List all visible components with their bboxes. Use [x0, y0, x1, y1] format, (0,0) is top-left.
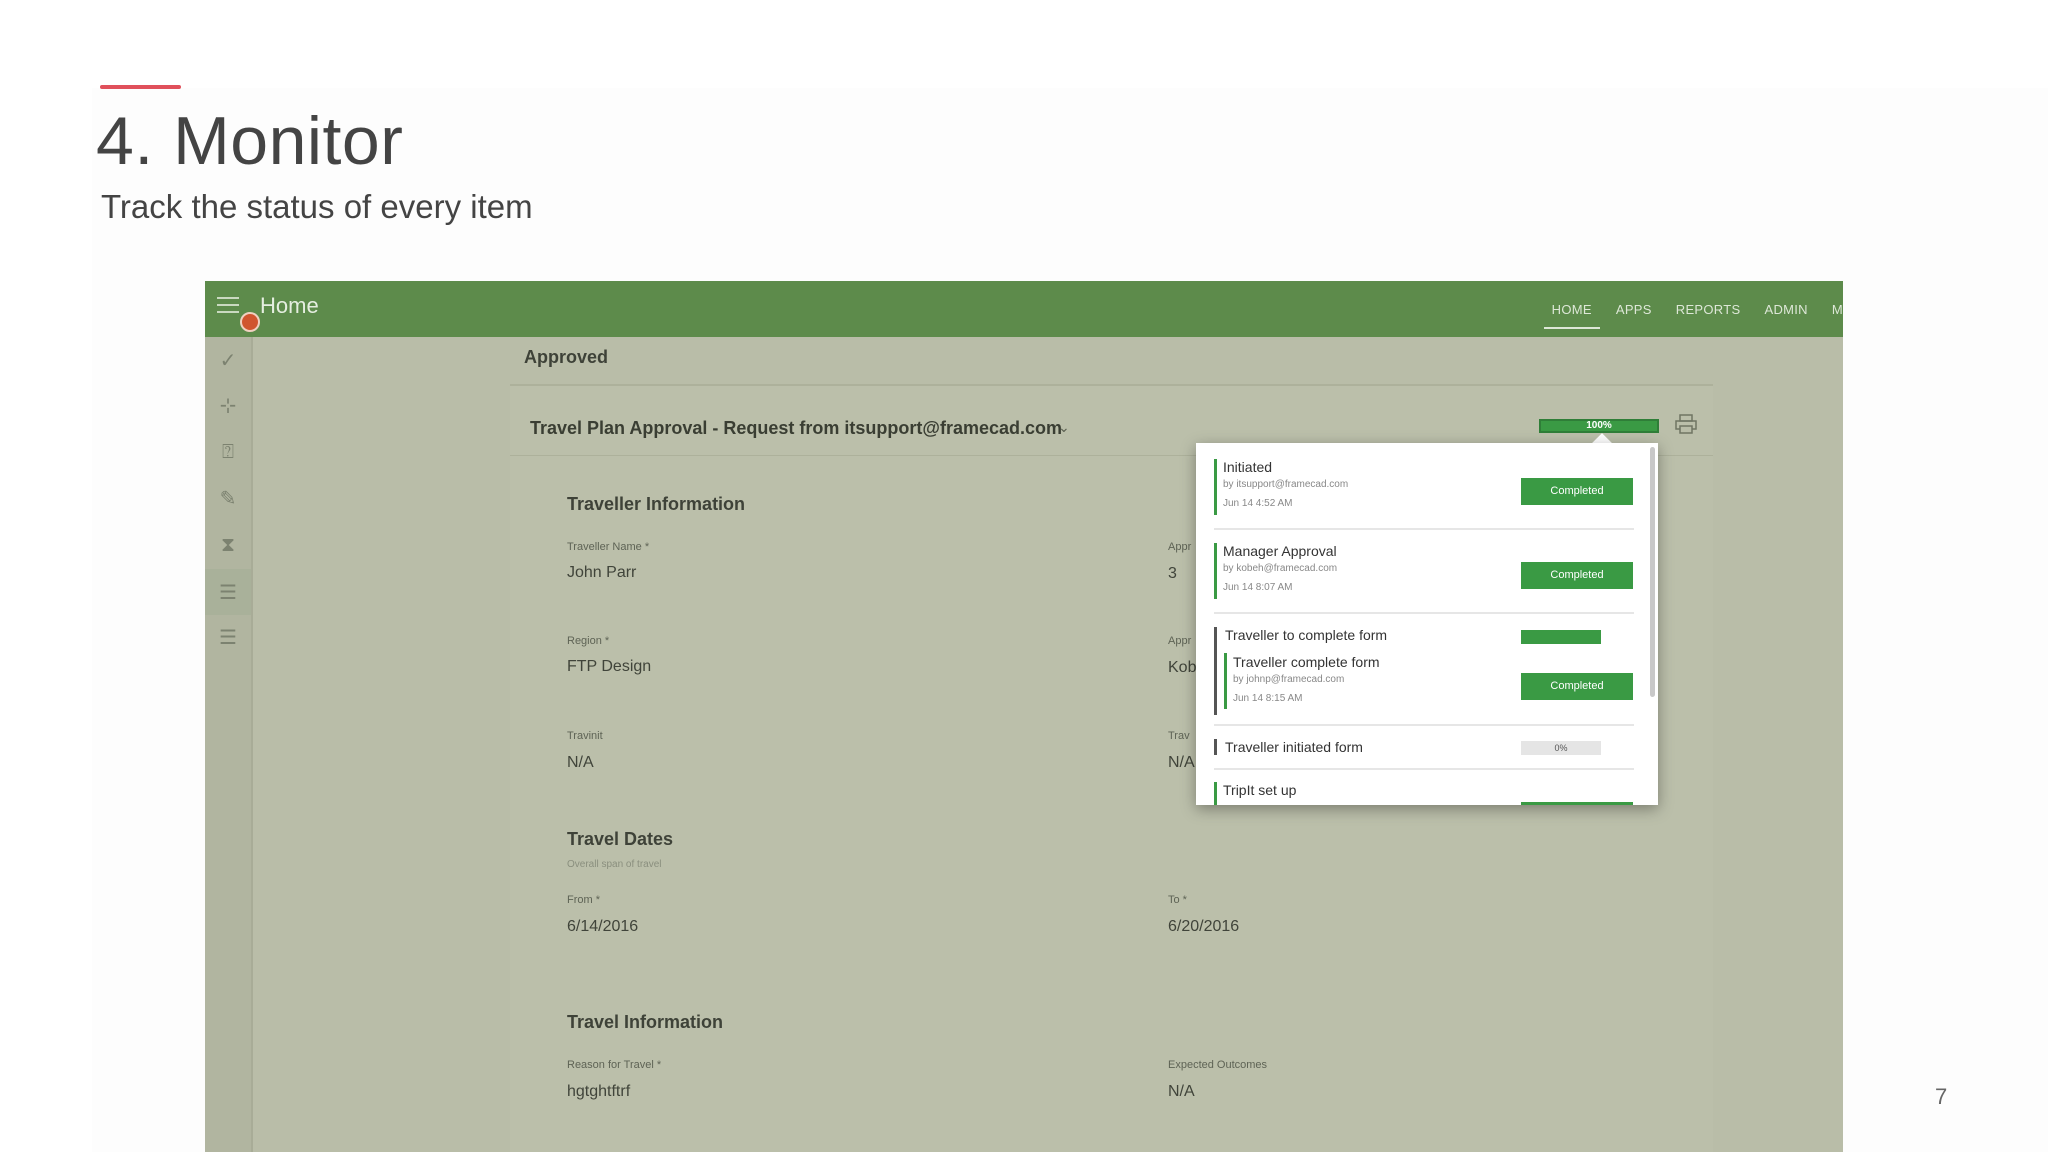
- step-tripit-setup: TripIt set up: [1214, 782, 1634, 805]
- title-accent-line: [100, 85, 181, 89]
- step-by: by itsupport@framecad.com: [1223, 479, 1349, 490]
- status-header: Approved: [510, 337, 1713, 386]
- help-icon[interactable]: ⍰: [215, 439, 241, 465]
- travinit-value: N/A: [567, 754, 594, 771]
- step-time: Jun 14 8:15 AM: [1233, 693, 1303, 704]
- step-name: Traveller to complete form: [1225, 627, 1388, 643]
- step-indicator: [1214, 627, 1217, 715]
- step-indicator: [1214, 782, 1217, 805]
- traveller-name-label: Traveller Name *: [567, 541, 650, 553]
- step-initiated: Initiated by itsupport@framecad.com Jun …: [1214, 459, 1634, 517]
- nav-home[interactable]: HOME: [1543, 302, 1601, 329]
- reason-label: Reason for Travel *: [567, 1059, 662, 1071]
- nav-apps[interactable]: APPS: [1616, 302, 1652, 317]
- traveller-name-value: John Parr: [567, 564, 637, 581]
- print-icon[interactable]: [1675, 414, 1699, 436]
- check-icon[interactable]: ✓: [215, 347, 241, 373]
- region-value: FTP Design: [567, 658, 652, 675]
- hourglass-icon[interactable]: ⧗: [215, 532, 241, 558]
- popup-scrollbar[interactable]: [1650, 447, 1655, 697]
- approver-count-label: Appr: [1168, 541, 1192, 553]
- approver-count-value: 3: [1168, 565, 1177, 582]
- divider: [1214, 612, 1634, 614]
- status-completed-badge: Completed: [1521, 562, 1633, 589]
- step-name: Initiated: [1223, 459, 1273, 475]
- app-title: Home: [260, 293, 319, 318]
- section-title-traveller: Traveller Information: [567, 494, 746, 514]
- step-traveller-initiated: Traveller initiated form 0%: [1214, 739, 1634, 759]
- progress-bar[interactable]: 100%: [1539, 419, 1659, 433]
- step-name: Traveller complete form: [1233, 654, 1380, 670]
- step-time: Jun 14 4:52 AM: [1223, 498, 1293, 509]
- trav-value: N/A: [1168, 754, 1195, 771]
- section-hint-dates: Overall span of travel: [567, 859, 662, 870]
- request-title[interactable]: Travel Plan Approval - Request from itsu…: [530, 418, 1062, 439]
- step-traveller-to-complete: Traveller to complete form Traveller com…: [1214, 627, 1634, 717]
- nav-admin[interactable]: ADMIN: [1764, 302, 1807, 317]
- step-indicator: [1224, 653, 1227, 709]
- progress-label: 100%: [1586, 420, 1612, 431]
- status-badge: [1521, 802, 1633, 805]
- to-value: 6/20/2016: [1168, 918, 1240, 935]
- step-by: by johnp@framecad.com: [1233, 674, 1345, 685]
- approver-label: Appr: [1168, 635, 1192, 647]
- step-indicator: [1214, 739, 1217, 755]
- workflow-progress-popup: Initiated by itsupport@framecad.com Jun …: [1196, 443, 1658, 805]
- step-name: Traveller initiated form: [1225, 739, 1363, 755]
- step-manager-approval: Manager Approval by kobeh@framecad.com J…: [1214, 543, 1634, 601]
- step-time: Jun 14 8:07 AM: [1223, 582, 1293, 593]
- step-indicator: [1214, 543, 1217, 599]
- step-name: TripIt set up: [1223, 782, 1297, 798]
- step-progress-bar: [1521, 630, 1601, 644]
- divider: [1214, 528, 1634, 530]
- travinit-label: Travinit: [567, 730, 603, 742]
- outcomes-value: N/A: [1168, 1083, 1195, 1100]
- status-completed-badge: Completed: [1521, 478, 1633, 505]
- checklist-icon[interactable]: ☰: [205, 569, 251, 615]
- step-indicator: [1214, 459, 1217, 515]
- divider: [1214, 768, 1634, 770]
- outcomes-label: Expected Outcomes: [1168, 1059, 1268, 1071]
- to-label: To *: [1168, 894, 1187, 906]
- chevron-down-icon[interactable]: ⌄: [1058, 419, 1070, 436]
- step-by: by kobeh@framecad.com: [1223, 563, 1338, 574]
- edit-icon[interactable]: ✎: [215, 485, 241, 511]
- app-sidebar: ✓ ⊹ ⍰ ✎ ⧗ ☰ ☰: [205, 337, 253, 1152]
- list-icon[interactable]: ☰: [215, 624, 241, 650]
- status-completed-badge: Completed: [1521, 673, 1633, 700]
- region-label: Region *: [567, 635, 610, 647]
- trav-label: Trav: [1168, 730, 1190, 742]
- slide-title: 4. Monitor: [96, 103, 404, 179]
- reason-value: hgtghtftrf: [567, 1083, 631, 1100]
- app-topbar: Home HOME APPS REPORTS ADMIN M: [205, 281, 1843, 337]
- from-value: 6/14/2016: [567, 918, 639, 935]
- nav-reports[interactable]: REPORTS: [1676, 302, 1741, 317]
- hamburger-menu-icon[interactable]: [217, 297, 239, 317]
- from-label: From *: [567, 894, 600, 906]
- section-title-dates: Travel Dates: [567, 829, 674, 849]
- workflow-icon[interactable]: ⊹: [215, 392, 241, 418]
- step-progress-bar: 0%: [1521, 741, 1601, 755]
- page-number: 7: [1935, 1084, 1948, 1109]
- slide-subtitle: Track the status of every item: [101, 188, 533, 225]
- notification-badge[interactable]: [240, 312, 260, 332]
- approver-value: Kob: [1168, 659, 1197, 676]
- app-screenshot: Home HOME APPS REPORTS ADMIN M ✓ ⊹ ⍰ ✎ ⧗…: [205, 281, 1843, 1152]
- step-name: Manager Approval: [1223, 543, 1337, 559]
- top-nav: HOME APPS REPORTS ADMIN M: [1528, 281, 1843, 337]
- section-title-info: Travel Information: [567, 1012, 724, 1032]
- status-header-text: Approved: [524, 347, 609, 367]
- divider: [1214, 724, 1634, 726]
- nav-more[interactable]: M: [1832, 302, 1843, 317]
